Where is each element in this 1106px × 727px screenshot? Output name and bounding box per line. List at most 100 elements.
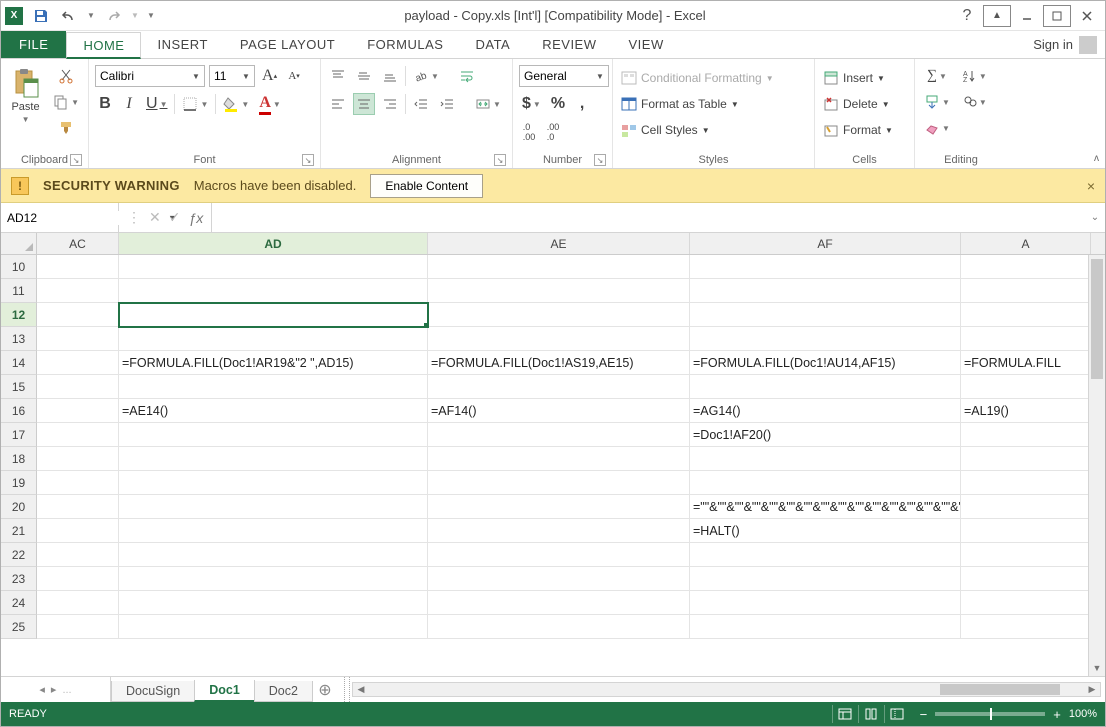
cell[interactable] (428, 591, 690, 615)
cell[interactable] (37, 591, 119, 615)
comma-format-button[interactable]: , (572, 93, 592, 115)
scroll-left-icon[interactable]: ◀ (353, 684, 369, 695)
decrease-font-button[interactable]: A▾ (284, 65, 304, 87)
font-size-input[interactable] (210, 69, 238, 83)
column-header[interactable]: AC (37, 233, 119, 254)
cell[interactable] (37, 471, 119, 495)
cell[interactable] (961, 567, 1091, 591)
row-header[interactable]: 16 (1, 399, 37, 423)
format-cells-button[interactable]: Format▼ (821, 119, 895, 141)
align-top-button[interactable] (327, 65, 349, 87)
zoom-level[interactable]: 100% (1069, 708, 1097, 720)
tab-file[interactable]: FILE (1, 31, 66, 58)
delete-cells-button[interactable]: Delete▼ (821, 93, 895, 115)
save-icon[interactable] (29, 4, 53, 28)
cell[interactable] (428, 615, 690, 639)
column-header[interactable]: AD (119, 233, 428, 254)
cell[interactable] (428, 471, 690, 495)
cell[interactable] (690, 615, 961, 639)
sign-in[interactable]: Sign in (1025, 31, 1105, 58)
italic-button[interactable]: I (119, 93, 139, 115)
cell[interactable] (690, 279, 961, 303)
font-launcher-icon[interactable]: ↘ (302, 154, 314, 166)
cell[interactable]: =AF14() (428, 399, 690, 423)
cell[interactable]: =FORMULA.FILL(Doc1!AS19,AE15) (428, 351, 690, 375)
copy-button[interactable]: ▼ (50, 91, 82, 113)
format-painter-button[interactable] (50, 117, 82, 139)
cell[interactable] (37, 255, 119, 279)
bold-button[interactable]: B (95, 93, 115, 115)
cell[interactable] (961, 303, 1091, 327)
scroll-down-icon[interactable]: ▼ (1089, 659, 1105, 676)
tab-data[interactable]: DATA (459, 31, 526, 58)
cell[interactable] (37, 519, 119, 543)
decrease-decimal-button[interactable]: .00.0 (543, 121, 563, 143)
vertical-scrollbar[interactable]: ▲ ▼ (1088, 255, 1105, 676)
cell[interactable] (37, 423, 119, 447)
cell[interactable] (690, 327, 961, 351)
cell[interactable] (961, 615, 1091, 639)
align-right-button[interactable] (379, 93, 401, 115)
increase-indent-button[interactable] (436, 93, 458, 115)
help-icon[interactable]: ? (953, 5, 981, 27)
conditional-formatting-button[interactable]: Conditional Formatting▼ (619, 67, 776, 89)
merge-center-button[interactable]: ▼ (472, 93, 504, 115)
cell[interactable]: =AG14() (690, 399, 961, 423)
sheet-tab-doc2[interactable]: Doc2 (254, 681, 313, 702)
fx-more-icon[interactable]: ⋮ (127, 209, 141, 226)
tab-formulas[interactable]: FORMULAS (351, 31, 459, 58)
cell[interactable] (690, 447, 961, 471)
cell[interactable]: =Doc1!AF20() (690, 423, 961, 447)
horizontal-scroll-thumb[interactable] (940, 684, 1060, 695)
cell[interactable] (37, 567, 119, 591)
maximize-icon[interactable] (1043, 5, 1071, 27)
cell[interactable]: =FORMULA.FILL (961, 351, 1091, 375)
security-close-icon[interactable]: × (1087, 178, 1095, 194)
cell[interactable] (428, 303, 690, 327)
cell[interactable] (961, 543, 1091, 567)
redo-icon[interactable] (101, 4, 125, 28)
cell[interactable] (37, 495, 119, 519)
column-header[interactable]: AE (428, 233, 690, 254)
cell[interactable] (961, 423, 1091, 447)
cell[interactable] (961, 591, 1091, 615)
row-header[interactable]: 14 (1, 351, 37, 375)
font-name-dropdown[interactable]: ▼ (95, 65, 205, 87)
tab-insert[interactable]: INSERT (141, 31, 223, 58)
clipboard-launcher-icon[interactable]: ↘ (70, 154, 82, 166)
row-header[interactable]: 20 (1, 495, 37, 519)
cell[interactable] (119, 303, 428, 327)
underline-button[interactable]: U▼ (143, 93, 170, 115)
row-header[interactable]: 19 (1, 471, 37, 495)
cell[interactable] (690, 303, 961, 327)
collapse-ribbon-icon[interactable]: ʌ (1094, 153, 1099, 164)
name-box[interactable]: ▼ (1, 203, 119, 232)
align-left-button[interactable] (327, 93, 349, 115)
cell[interactable] (119, 447, 428, 471)
cell[interactable]: =HALT() (690, 519, 961, 543)
undo-dropdown-icon[interactable]: ▼ (85, 4, 97, 28)
tab-home[interactable]: HOME (66, 32, 141, 59)
row-header[interactable]: 15 (1, 375, 37, 399)
row-header[interactable]: 11 (1, 279, 37, 303)
sheet-tab-docusign[interactable]: DocuSign (111, 681, 195, 702)
cell[interactable] (119, 567, 428, 591)
cell[interactable] (428, 543, 690, 567)
cell[interactable] (428, 255, 690, 279)
expand-formula-bar-icon[interactable]: ⌄ (1085, 212, 1105, 223)
increase-font-button[interactable]: A▴ (259, 65, 280, 87)
cell[interactable]: =FORMULA.FILL(Doc1!AU14,AF15) (690, 351, 961, 375)
cell[interactable] (119, 591, 428, 615)
accept-formula-icon[interactable]: ✓ (169, 209, 181, 226)
view-page-layout-icon[interactable] (858, 705, 884, 723)
cell[interactable] (961, 279, 1091, 303)
font-color-button[interactable]: A▼ (256, 93, 283, 115)
cell[interactable] (690, 567, 961, 591)
cell[interactable] (119, 471, 428, 495)
scroll-right-icon[interactable]: ▶ (1084, 684, 1100, 695)
font-name-input[interactable] (96, 69, 188, 83)
cell[interactable] (37, 399, 119, 423)
format-as-table-button[interactable]: Format as Table▼ (619, 93, 776, 115)
cut-button[interactable] (50, 65, 82, 87)
undo-icon[interactable] (57, 4, 81, 28)
